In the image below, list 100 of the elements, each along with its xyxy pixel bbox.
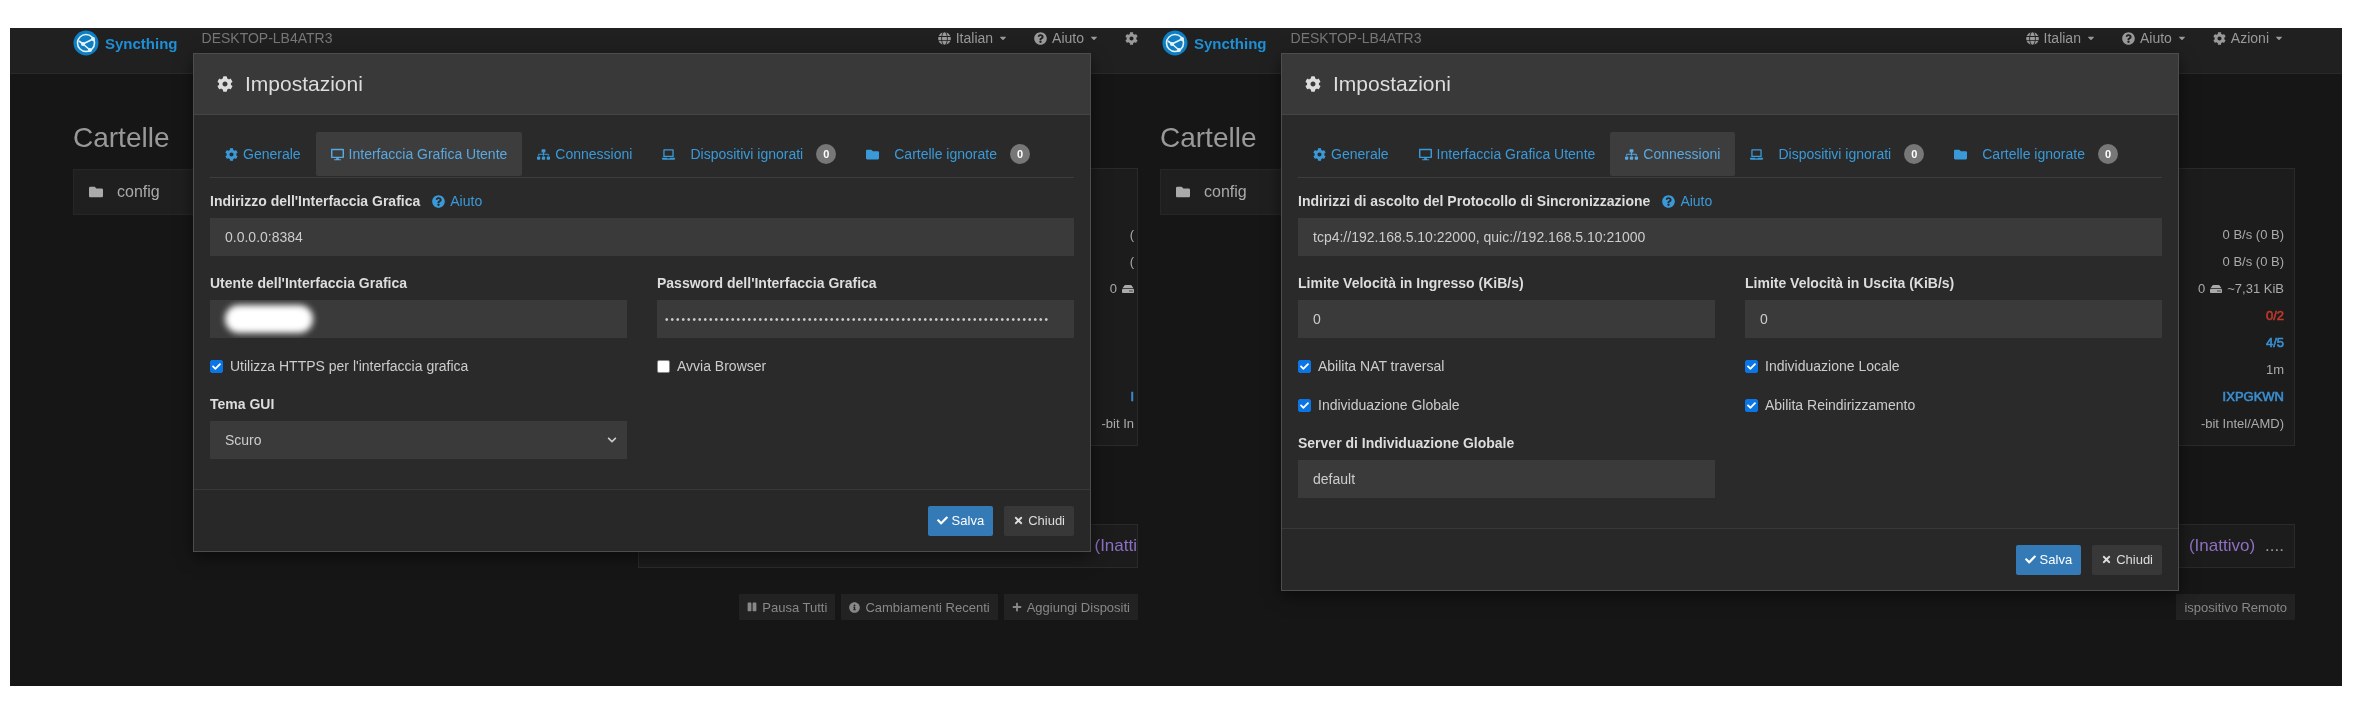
checkbox-label: Abilita Reindirizzamento [1765,397,1916,413]
checkbox[interactable] [210,359,223,373]
nav-menu[interactable]: Aiuto [2121,30,2187,46]
nav-menu[interactable]: Italian [937,30,1009,46]
settings-icon [1305,76,1321,92]
password-field[interactable]: •••••••••••••••••••••••••••••••••••••••••••••••••••••••••••••••••••••• [657,300,1074,338]
device-state: (Inattivo) [2188,536,2256,556]
close-icon [2101,554,2113,565]
checkbox-label: Abilita NAT traversal [1318,358,1445,374]
text-field[interactable]: 0 [1298,300,1715,338]
tab[interactable]: Interfaccia Grafica Utente [1403,132,1611,176]
action-button[interactable]: Pausa Tutti [739,594,836,620]
check-icon [936,515,948,526]
field-label: Limite Velocità in Ingresso (KiB/s) [1298,275,1524,291]
folder-icon [89,185,103,199]
tab[interactable]: Cartelle ignorate 0 [1939,132,2133,176]
tab[interactable]: Connessioni [522,132,648,176]
help-link[interactable]: Aiuto [432,193,483,209]
checkbox[interactable] [1745,398,1758,412]
text-field[interactable]: 0 [1745,300,2162,338]
field-label: Tema GUI [210,396,275,412]
drive-icon [2210,282,2223,295]
device-name: DESKTOP-LB4ATR3 [1290,30,1422,46]
logo-icon [73,30,99,56]
select-field[interactable]: Scuro [210,421,627,459]
text-field[interactable]: default [1298,460,1715,498]
device-value: IXPGKWN [2222,389,2284,404]
count-badge: 0 [1904,144,1925,164]
action-button[interactable]: Cambiamenti Recenti [841,594,998,620]
folder-icon [866,147,880,161]
checkbox-label: Utilizza HTTPS per l'interfaccia grafica [230,358,469,374]
chevron-down-icon [607,435,617,445]
dialog-title: Impostazioni [1333,72,1451,96]
checkbox[interactable] [1298,398,1311,412]
close-button[interactable]: Chiudi [1004,505,1074,536]
brand-name[interactable]: Syncthing [105,34,178,52]
folder-icon [1176,185,1190,199]
count-badge: 0 [1009,144,1030,164]
action-button[interactable]: ispositivo Remoto [2176,594,2295,620]
text-field[interactable]: 0.0.0.0:8384 [210,218,1074,256]
section-heading: Cartelle [1160,122,1257,154]
checkbox[interactable] [1298,359,1311,373]
device-value: -bit In [1101,416,1134,431]
device-value: 0 B/s (0 B) [2222,227,2284,242]
help-icon [1034,31,1048,45]
field-label: Indirizzi di ascolto del Protocollo di Sincronizzazione [1298,193,1651,209]
info-icon [849,601,861,613]
brand-name[interactable]: Syncthing [1194,34,1267,52]
help-link[interactable]: Aiuto [1662,193,1713,209]
settings-icon [1125,31,1138,45]
text-field[interactable]: tcp4://192.168.5.10:22000, quic://192.168.5.10:21000 [1298,218,2162,256]
field-label: Limite Velocità in Uscita (KiB/s) [1745,275,1955,291]
device-value: ( [1129,254,1134,269]
tab[interactable]: Interfaccia Grafica Utente [315,132,523,176]
tab[interactable]: Connessioni [1610,132,1736,176]
count-badge: 0 [816,144,837,164]
checkbox-label: Individuazione Locale [1765,358,1900,374]
save-button[interactable]: Salva [2015,544,2082,575]
help-icon [1662,194,1676,208]
sitemap-icon [1625,147,1639,161]
nav-menu[interactable] [1125,31,1138,45]
close-button[interactable]: Chiudi [2092,544,2162,575]
device-name: DESKTOP-LB4ATR3 [201,30,333,46]
tab[interactable]: Cartelle ignorate 0 [851,132,1045,176]
nav-menu[interactable]: Italian [2025,30,2096,46]
device-value: 1m [2265,362,2284,377]
device-value: ( [1129,227,1134,242]
text-field[interactable] [210,300,627,338]
checkbox[interactable] [1745,359,1758,373]
pause-icon [747,602,758,612]
drive-icon [1122,282,1134,295]
nav-menu[interactable]: Aiuto [1034,30,1099,46]
device-value: 0/2 [2265,308,2284,323]
device-value: 4/5 [2265,335,2284,350]
action-button[interactable]: Aggiungi Dispositi [1003,594,1138,620]
field-label: Server di Individuazione Globale [1298,435,1515,451]
tab[interactable]: Generale [210,132,316,176]
field-label: Password dell'Interfaccia Grafica [657,275,877,291]
more-text: .... [2265,536,2284,556]
folder-name: config [117,183,160,201]
help-icon [2121,31,2135,45]
tab[interactable]: Generale [1298,132,1404,176]
checkbox[interactable] [657,359,670,373]
plus-icon [1011,602,1022,612]
device-value: 0 [2198,281,2206,296]
settings-icon [2212,31,2226,45]
tab[interactable]: Dispositivi ignorati 0 [1735,132,1940,176]
tab[interactable]: Dispositivi ignorati 0 [647,132,852,176]
checkbox-label: Individuazione Globale [1318,397,1460,413]
help-icon [432,194,446,208]
section-heading: Cartelle [73,122,170,154]
save-button[interactable]: Salva [927,505,994,536]
settings-icon [217,76,233,92]
nav-menu[interactable]: Azioni [2212,30,2284,46]
checkbox-label: Avvia Browser [677,358,767,374]
count-badge: 0 [2097,144,2118,164]
field-label: Indirizzo dell'Interfaccia Grafica [210,193,421,209]
dialog-title: Impostazioni [245,72,363,96]
gear-icon [225,147,238,161]
folder-name: config [1204,183,1247,201]
